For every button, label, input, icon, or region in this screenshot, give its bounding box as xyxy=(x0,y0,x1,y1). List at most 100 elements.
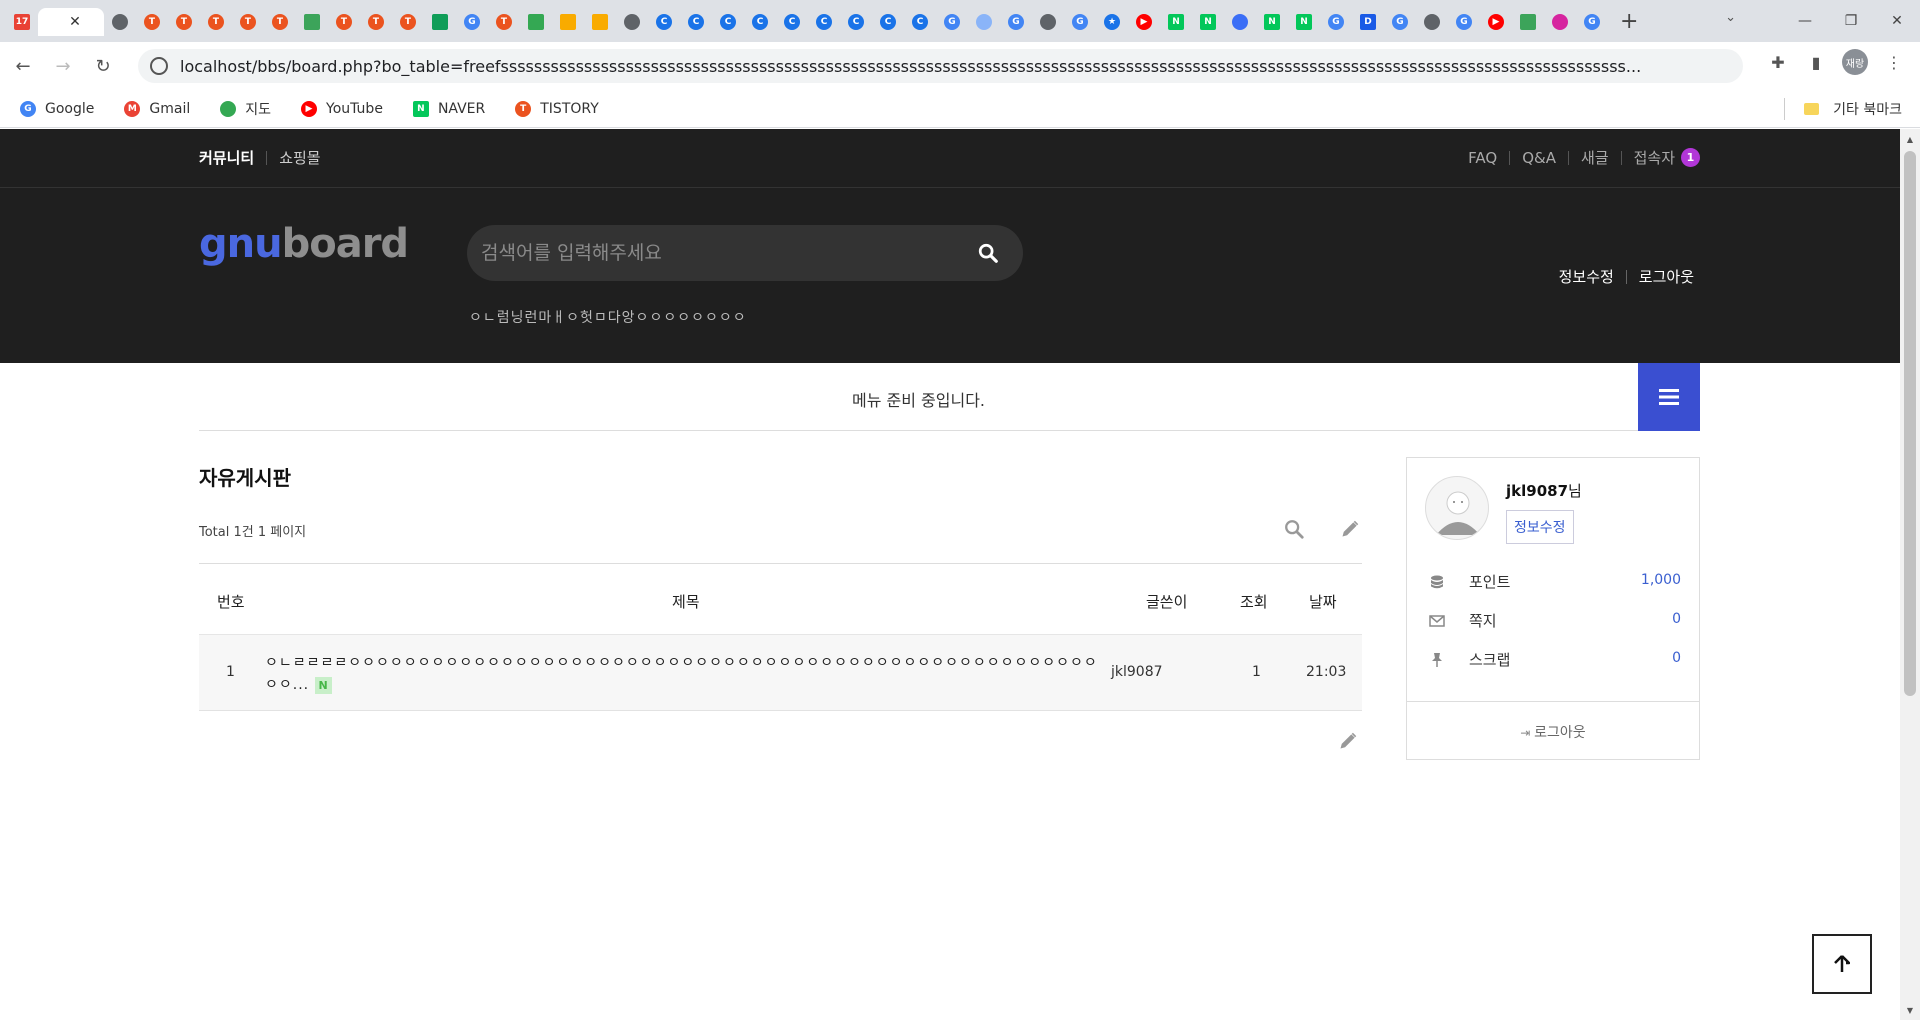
browser-tab[interactable]: ★ xyxy=(1096,8,1128,36)
bookmark-item[interactable]: 지도 xyxy=(220,99,271,119)
browser-tab[interactable]: C xyxy=(648,8,680,36)
write-button-bottom[interactable] xyxy=(1338,731,1362,755)
search-input[interactable] xyxy=(481,242,941,264)
community-link[interactable]: 커뮤니티 xyxy=(199,147,254,168)
browser-tab[interactable]: N xyxy=(1288,8,1320,36)
browser-tab[interactable]: G xyxy=(1384,8,1416,36)
write-button[interactable] xyxy=(1338,517,1362,541)
menu-kebab-icon[interactable]: ⋮ xyxy=(1882,50,1906,74)
browser-tab[interactable]: G xyxy=(1000,8,1032,36)
browser-tab[interactable]: D xyxy=(1352,8,1384,36)
back-icon[interactable]: ← xyxy=(6,49,40,83)
page-scrollbar[interactable]: ▲ ▼ xyxy=(1900,129,1920,1020)
browser-tab[interactable] xyxy=(520,8,552,36)
browser-tab[interactable]: T xyxy=(168,8,200,36)
browser-tab[interactable] xyxy=(1224,8,1256,36)
popular-keywords[interactable]: ㅇㄴ럼닝런마ㅐㅇ헛ㅁ다앙ㅇㅇㅇㅇㅇㅇㅇㅇ xyxy=(469,307,747,327)
browser-tab[interactable]: T xyxy=(360,8,392,36)
scrap-row[interactable]: 스크랩 0 xyxy=(1429,648,1681,672)
browser-tab[interactable]: T xyxy=(264,8,296,36)
browser-tab[interactable]: C xyxy=(904,8,936,36)
browser-tab[interactable]: N xyxy=(1192,8,1224,36)
browser-tab[interactable]: T xyxy=(328,8,360,36)
tab-close-icon[interactable]: ✕ xyxy=(69,14,81,30)
visitors-link[interactable]: 접속자 xyxy=(1634,147,1675,168)
browser-tab[interactable]: ▶ xyxy=(1128,8,1160,36)
faq-link[interactable]: FAQ xyxy=(1468,149,1497,167)
scroll-up-arrow-icon[interactable]: ▲ xyxy=(1900,131,1920,147)
browser-tab[interactable]: T xyxy=(232,8,264,36)
bookmark-item[interactable]: T TISTORY xyxy=(515,100,599,117)
row-subject-link[interactable]: ㅇㄴㄹㄹㄹㄹㅇㅇㅇㅇㅇㅇㅇㅇㅇㅇㅇㅇㅇㅇㅇㅇㅇㅇㅇㅇㅇㅇㅇㅇㅇㅇㅇㅇㅇㅇㅇㅇㅇㅇ… xyxy=(265,652,1110,696)
browser-tab[interactable]: G xyxy=(1320,8,1352,36)
shop-link[interactable]: 쇼핑몰 xyxy=(279,147,320,168)
browser-tab[interactable] xyxy=(1544,8,1576,36)
profile-avatar[interactable]: 재랑 xyxy=(1842,49,1868,75)
browser-tab[interactable]: C xyxy=(680,8,712,36)
side-panel-icon[interactable]: ▮ xyxy=(1804,50,1828,74)
browser-tab[interactable]: G xyxy=(1064,8,1096,36)
memo-row[interactable]: 쪽지 0 xyxy=(1429,609,1681,633)
browser-tab[interactable] xyxy=(1032,8,1064,36)
bookmark-item[interactable]: ▶ YouTube xyxy=(301,100,383,117)
bookmark-item[interactable]: G Google xyxy=(20,100,94,117)
browser-tab[interactable]: T xyxy=(392,8,424,36)
points-row[interactable]: 포인트 1,000 xyxy=(1429,570,1681,594)
new-posts-link[interactable]: 새글 xyxy=(1581,147,1609,168)
browser-tab[interactable]: T xyxy=(200,8,232,36)
scroll-down-arrow-icon[interactable]: ▼ xyxy=(1900,1002,1920,1018)
browser-tab[interactable] xyxy=(1416,8,1448,36)
site-info-icon[interactable] xyxy=(150,57,168,75)
bookmark-item[interactable]: M Gmail xyxy=(124,100,190,117)
forward-icon[interactable]: → xyxy=(46,49,80,83)
scroll-to-top-button[interactable] xyxy=(1812,934,1872,994)
browser-tab[interactable]: C xyxy=(712,8,744,36)
search-icon[interactable] xyxy=(977,242,999,264)
logout-link[interactable]: 로그아웃 xyxy=(1639,266,1694,287)
browser-tab[interactable]: T xyxy=(488,8,520,36)
active-tab[interactable]: ✕ xyxy=(38,8,104,36)
browser-tab[interactable]: C xyxy=(840,8,872,36)
board-search-button[interactable] xyxy=(1282,517,1306,541)
browser-tab[interactable] xyxy=(296,8,328,36)
browser-tab[interactable]: G xyxy=(936,8,968,36)
browser-tab[interactable]: T xyxy=(136,8,168,36)
scrollbar-thumb[interactable] xyxy=(1904,151,1916,696)
browser-tab[interactable]: G xyxy=(1448,8,1480,36)
sidebox-logout-button[interactable]: ⇥ 로그아웃 xyxy=(1407,722,1699,742)
browser-tab[interactable]: G xyxy=(456,8,488,36)
minimize-icon[interactable]: — xyxy=(1782,6,1828,36)
close-window-icon[interactable]: ✕ xyxy=(1874,6,1920,36)
browser-tab[interactable] xyxy=(104,8,136,36)
qa-link[interactable]: Q&A xyxy=(1522,149,1556,167)
browser-tab[interactable]: C xyxy=(872,8,904,36)
restore-icon[interactable]: ❐ xyxy=(1828,6,1874,36)
browser-tab[interactable] xyxy=(616,8,648,36)
url-text[interactable]: localhost/bbs/board.php?bo_table=freefss… xyxy=(180,57,1641,76)
browser-tab[interactable]: N xyxy=(1256,8,1288,36)
address-bar[interactable]: localhost/bbs/board.php?bo_table=freefss… xyxy=(138,49,1743,83)
browser-tab[interactable]: G xyxy=(1576,8,1608,36)
browser-tab[interactable] xyxy=(968,8,1000,36)
site-logo[interactable]: gnuboard xyxy=(199,221,409,267)
hamburger-menu-button[interactable] xyxy=(1638,363,1700,431)
new-tab-icon[interactable]: + xyxy=(1620,11,1638,33)
other-bookmarks[interactable]: 기타 북마크 xyxy=(1804,99,1902,119)
tab-search-icon[interactable]: ⌄ xyxy=(1725,10,1736,25)
browser-tab[interactable]: ▶ xyxy=(1480,8,1512,36)
browser-tab[interactable] xyxy=(1512,8,1544,36)
bookmark-item[interactable]: N NAVER xyxy=(412,100,485,117)
edit-profile-button[interactable]: 정보수정 xyxy=(1506,510,1574,544)
row-author[interactable]: jkl9087 xyxy=(1111,664,1163,680)
browser-tab[interactable]: C xyxy=(808,8,840,36)
browser-tab[interactable] xyxy=(552,8,584,36)
edit-info-link[interactable]: 정보수정 xyxy=(1559,266,1614,287)
reload-icon[interactable]: ↻ xyxy=(86,49,120,83)
browser-tab[interactable]: N xyxy=(1160,8,1192,36)
browser-tab[interactable]: 17 xyxy=(6,8,38,36)
browser-tab[interactable] xyxy=(424,8,456,36)
extensions-icon[interactable]: ✚ xyxy=(1766,50,1790,74)
browser-tab[interactable] xyxy=(584,8,616,36)
browser-tab[interactable]: C xyxy=(776,8,808,36)
row-subject[interactable]: ㅇㄴㄹㄹㄹㄹㅇㅇㅇㅇㅇㅇㅇㅇㅇㅇㅇㅇㅇㅇㅇㅇㅇㅇㅇㅇㅇㅇㅇㅇㅇㅇㅇㅇㅇㅇㅇㅇㅇㅇ… xyxy=(265,655,1098,693)
